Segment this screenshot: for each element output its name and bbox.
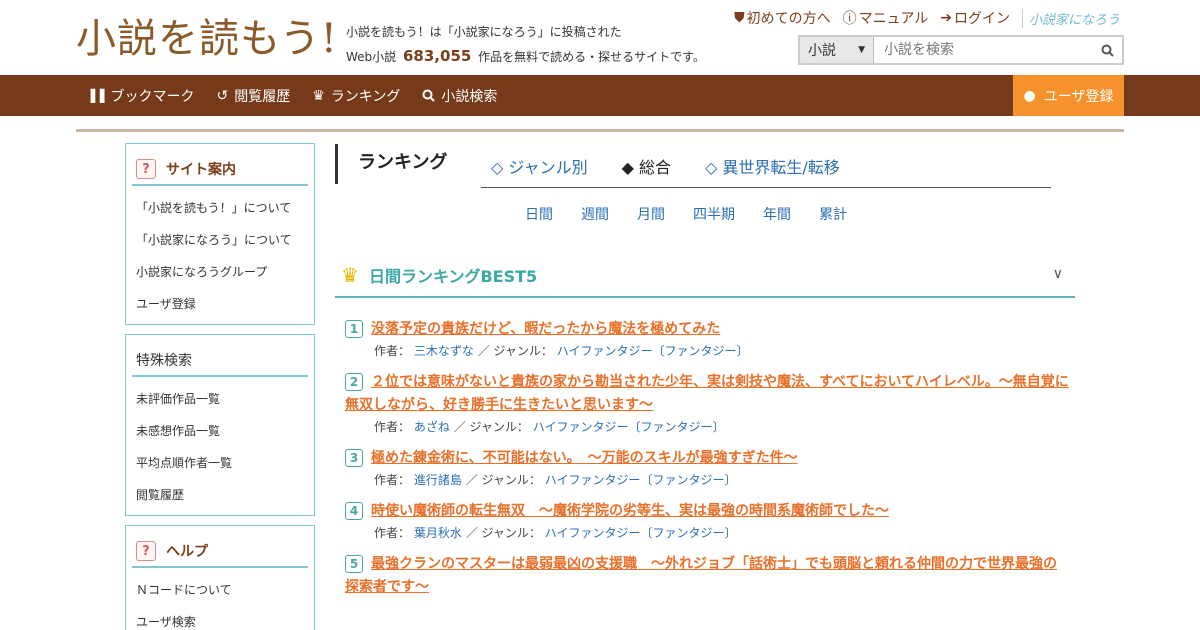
- login-link[interactable]: ➔ ログイン: [940, 8, 1010, 28]
- tagline-prefix: Web小説: [346, 50, 397, 64]
- search-button[interactable]: [1092, 37, 1122, 63]
- sidebar-item-user-search[interactable]: ユーザ検索: [126, 606, 314, 630]
- author-link[interactable]: 三木なずな: [414, 344, 474, 358]
- tagline-line1: 小説を読もう！は「小説家になろう」に投稿された: [346, 25, 622, 39]
- question-circle-icon: ⓘ: [842, 11, 857, 27]
- ranking-item: 2 ２位では意味がないと貴族の家から勘当された少年、実は剣技や魔法、すべてにおいて…: [345, 371, 1070, 437]
- tab-overall[interactable]: ◆ 総合: [622, 154, 671, 178]
- manual-link[interactable]: ⓘ マニュアル: [843, 8, 929, 28]
- first-time-link[interactable]: ⛊ 初めての方へ: [734, 8, 831, 28]
- rank-number: 4: [345, 502, 363, 520]
- sidebar-item-register[interactable]: ユーザ登録: [126, 288, 314, 320]
- sidebar-item-ncode[interactable]: Ｎコードについて: [126, 574, 314, 606]
- ranking-title-link[interactable]: 3 極めた錬金術に、不可能はない。 ～万能のスキルが最強すぎた件～: [345, 447, 1070, 470]
- genre-link[interactable]: ハイファンタジー〔ファンタジー〕: [545, 526, 737, 540]
- sidebar-help: ? ヘルプ Ｎコードについて ユーザ検索: [125, 525, 315, 630]
- period-daily[interactable]: 日間: [525, 204, 553, 224]
- narou-logo[interactable]: 小説家になろう: [1021, 8, 1120, 28]
- user-icon: ●: [1023, 87, 1036, 104]
- ranking-meta: 作者： 進行諸島 ／ ジャンル： ハイファンタジー〔ファンタジー〕: [374, 473, 737, 487]
- content-area: ? サイト案内 「小説を読もう！」について 「小説家になろう」について 小説家に…: [76, 129, 1124, 630]
- nav-register-button[interactable]: ● ユーザ登録: [1013, 75, 1124, 116]
- sidebar-item-narou-group[interactable]: 小説家になろうグループ: [126, 256, 314, 288]
- chevron-down-icon[interactable]: ∨: [1053, 266, 1063, 282]
- period-monthly[interactable]: 月間: [637, 204, 665, 224]
- bookmark-icon: ▐▐: [86, 88, 105, 103]
- crown-icon: ♛: [341, 263, 359, 287]
- ranking-title-link[interactable]: 4 時使い魔術師の転生無双 ～魔術学院の劣等生、実は最強の時間系魔術師でした～: [345, 500, 1070, 523]
- sidebar-help-title: ? ヘルプ: [132, 526, 308, 568]
- best5-header[interactable]: ♛ 日間ランキングBEST5 ∨: [335, 254, 1075, 298]
- tagline-suffix: 作品を無料で読める・探せるサイトです。: [478, 50, 705, 64]
- period-yearly[interactable]: 年間: [763, 204, 791, 224]
- search-icon: [422, 89, 436, 102]
- site-tagline: 小説を読もう！は「小説家になろう」に投稿された Web小説 683,055 作品…: [346, 20, 705, 69]
- ranking-item: 3 極めた錬金術に、不可能はない。 ～万能のスキルが最強すぎた件～ 作者： 進行諸…: [345, 447, 1070, 490]
- caret-down-icon: ▼: [858, 45, 865, 55]
- ranking-item: 5 最強クランのマスターは最弱最凶の支援職 ～外れジョブ「話術士」でも頭脳と頼れる…: [345, 553, 1070, 599]
- best5-title: 日間ランキングBEST5: [368, 267, 538, 286]
- author-link[interactable]: 葉月秋水: [414, 526, 462, 540]
- tab-isekai[interactable]: ◇ 異世界転生/転移: [705, 154, 840, 178]
- period-tabs: 日間 週間 月間 四半期 年間 累計: [525, 204, 847, 224]
- question-icon: ?: [136, 159, 156, 179]
- ranking-meta: 作者： 三木なずな ／ ジャンル： ハイファンタジー〔ファンタジー〕: [374, 344, 749, 358]
- sidebar-item-history[interactable]: 閲覧履歴: [126, 479, 314, 511]
- nav-history[interactable]: ↺ 閲覧履歴: [216, 86, 290, 106]
- genre-link[interactable]: ハイファンタジー〔ファンタジー〕: [545, 473, 737, 487]
- nav-ranking[interactable]: ♛ ランキング: [312, 86, 400, 106]
- rank-number: 3: [345, 449, 363, 467]
- author-link[interactable]: あざね: [414, 420, 450, 434]
- sidebar-item-about-yomou[interactable]: 「小説を読もう！」について: [126, 192, 314, 224]
- period-total[interactable]: 累計: [819, 204, 847, 224]
- ranking-header: ランキング ◇ ジャンル別 ◆ 総合 ◇ 異世界転生/転移: [335, 144, 1075, 188]
- sidebar-special-search: 特殊検索 未評価作品一覧 未感想作品一覧 平均点順作者一覧 閲覧履歴: [125, 334, 315, 516]
- history-icon: ↺: [216, 87, 229, 104]
- crown-icon: ♛: [312, 87, 325, 104]
- ranking-tabs: ◇ ジャンル別 ◆ 総合 ◇ 異世界転生/転移: [481, 144, 1051, 188]
- genre-link[interactable]: ハイファンタジー〔ファンタジー〕: [557, 344, 749, 358]
- sidebar-special-search-title: 特殊検索: [132, 335, 308, 377]
- tab-genre[interactable]: ◇ ジャンル別: [491, 154, 588, 178]
- ranking-title: ランキング: [335, 144, 447, 184]
- header-links: ⛊ 初めての方へ ⓘ マニュアル ➔ ログイン 小説家になろう: [734, 8, 1120, 28]
- sidebar-item-no-impressions[interactable]: 未感想作品一覧: [126, 415, 314, 447]
- nav-search[interactable]: 小説検索: [422, 86, 497, 106]
- author-link[interactable]: 進行諸島: [414, 473, 462, 487]
- login-icon: ➔: [940, 10, 952, 26]
- site-logo[interactable]: 小説を読もう!: [76, 16, 338, 62]
- sidebar-site-guide-title: ? サイト案内: [132, 144, 308, 186]
- sidebar-item-unrated[interactable]: 未評価作品一覧: [126, 383, 314, 415]
- ranking-item: 1 没落予定の貴族だけど、暇だったから魔法を極めてみた 作者： 三木なずな ／ ジ…: [345, 318, 1070, 361]
- ranking-title-link[interactable]: 1 没落予定の貴族だけど、暇だったから魔法を極めてみた: [345, 318, 1070, 341]
- nav-items: ▐▐ ブックマーク ↺ 閲覧履歴 ♛ ランキング 小説検索: [86, 75, 497, 116]
- ranking-meta: 作者： 葉月秋水 ／ ジャンル： ハイファンタジー〔ファンタジー〕: [374, 526, 737, 540]
- site-header: 小説を読もう! 小説を読もう！は「小説家になろう」に投稿された Web小説 68…: [0, 0, 1200, 75]
- sidebar-site-guide: ? サイト案内 「小説を読もう！」について 「小説家になろう」について 小説家に…: [125, 143, 315, 325]
- ranking-list: 1 没落予定の貴族だけど、暇だったから魔法を極めてみた 作者： 三木なずな ／ ジ…: [345, 318, 1070, 609]
- question-icon: ?: [136, 541, 156, 561]
- search-input[interactable]: [874, 37, 1092, 63]
- genre-link[interactable]: ハイファンタジー〔ファンタジー〕: [533, 420, 725, 434]
- main-nav: ▐▐ ブックマーク ↺ 閲覧履歴 ♛ ランキング 小説検索 ● ユーザ登録: [0, 75, 1200, 116]
- rank-number: 1: [345, 320, 363, 338]
- nav-bookmark[interactable]: ▐▐ ブックマーク: [86, 86, 194, 106]
- search-type-select[interactable]: 小説 ▼: [800, 37, 874, 63]
- search-box: 小説 ▼: [798, 35, 1124, 65]
- sidebar-item-avg-authors[interactable]: 平均点順作者一覧: [126, 447, 314, 479]
- ranking-item: 4 時使い魔術師の転生無双 ～魔術学院の劣等生、実は最強の時間系魔術師でした～ 作…: [345, 500, 1070, 543]
- tagline-line2: Web小説 683,055 作品を無料で読める・探せるサイトです。: [346, 44, 705, 69]
- ranking-title-link[interactable]: 2 ２位では意味がないと貴族の家から勘当された少年、実は剣技や魔法、すべてにおいて…: [345, 371, 1070, 417]
- rank-number: 5: [345, 555, 363, 573]
- period-quarterly[interactable]: 四半期: [693, 204, 735, 224]
- ranking-meta: 作者： あざね ／ ジャンル： ハイファンタジー〔ファンタジー〕: [374, 420, 725, 434]
- shield-icon: ⛊: [734, 10, 745, 26]
- ranking-title-link[interactable]: 5 最強クランのマスターは最弱最凶の支援職 ～外れジョブ「話術士」でも頭脳と頼れる…: [345, 553, 1070, 599]
- rank-number: 2: [345, 373, 363, 391]
- period-weekly[interactable]: 週間: [581, 204, 609, 224]
- search-icon: [1101, 44, 1114, 57]
- sidebar-item-about-narou[interactable]: 「小説家になろう」について: [126, 224, 314, 256]
- novel-count: 683,055: [403, 47, 472, 65]
